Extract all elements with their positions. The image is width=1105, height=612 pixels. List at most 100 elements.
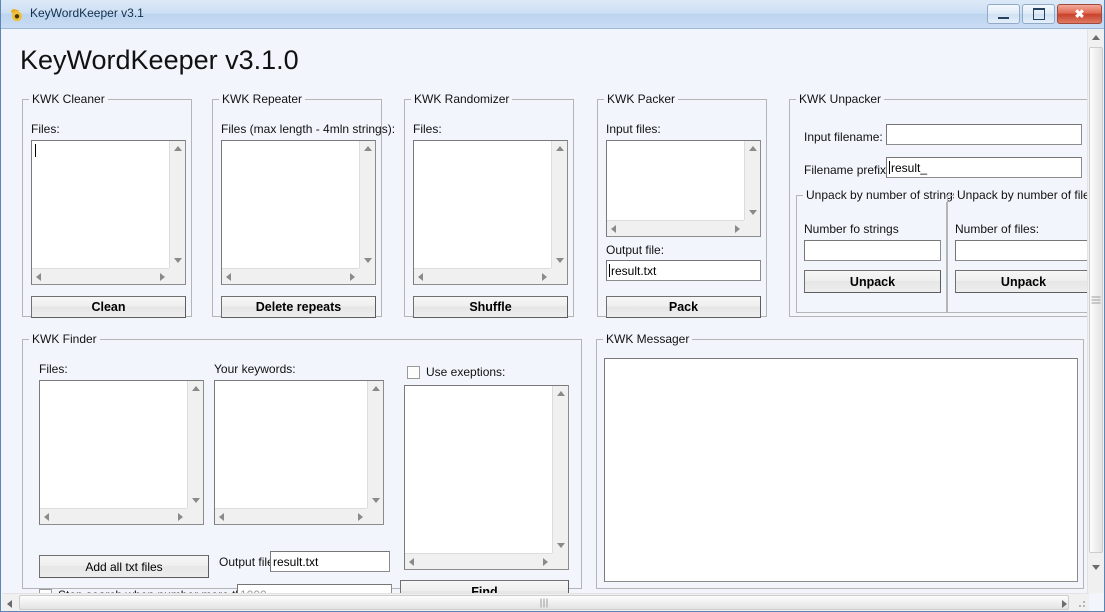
scroll-up-icon[interactable] bbox=[372, 386, 380, 391]
scroll-up-icon[interactable] bbox=[557, 391, 565, 396]
scroll-left-icon[interactable] bbox=[409, 558, 414, 566]
scroll-up-icon[interactable] bbox=[174, 146, 182, 151]
scroll-left-icon[interactable] bbox=[36, 273, 41, 281]
use-exceptions-label: Use exeptions: bbox=[426, 365, 505, 379]
unpacker-input-filename-input[interactable] bbox=[886, 124, 1082, 145]
finder-files-hscrollbar[interactable] bbox=[40, 508, 187, 524]
label-finder-output-file: Output file: bbox=[219, 555, 277, 569]
scroll-down-icon[interactable] bbox=[556, 258, 564, 263]
label-finder-files: Files: bbox=[39, 362, 68, 376]
scroll-down-icon[interactable] bbox=[174, 258, 182, 263]
use-exceptions-checkbox[interactable] bbox=[407, 366, 420, 379]
packer-output-file-input[interactable]: result.txt bbox=[606, 260, 761, 281]
group-legend-finder: KWK Finder bbox=[29, 332, 100, 346]
scroll-left-icon[interactable] bbox=[7, 600, 12, 608]
finder-files-listbox[interactable] bbox=[39, 380, 204, 525]
unpack-by-files-button[interactable]: Unpack bbox=[955, 270, 1089, 293]
find-button[interactable]: Find bbox=[400, 580, 569, 593]
cleaner-files-vscrollbar[interactable] bbox=[169, 141, 185, 284]
randomizer-files-listbox[interactable] bbox=[413, 140, 568, 285]
scroll-up-icon[interactable] bbox=[1092, 35, 1100, 40]
maximize-icon bbox=[1023, 5, 1054, 23]
repeater-files-hscrollbar[interactable] bbox=[222, 268, 359, 284]
scroll-up-icon[interactable] bbox=[364, 146, 372, 151]
randomizer-files-vscrollbar[interactable] bbox=[551, 141, 567, 284]
group-legend-unpack-by-files: Unpack by number of files bbox=[954, 188, 1089, 202]
finder-exceptions-listbox[interactable] bbox=[404, 385, 569, 570]
group-kwk-repeater: KWK Repeater Files (max length - 4mln st… bbox=[212, 99, 382, 317]
add-all-txt-files-button[interactable]: Add all txt files bbox=[39, 555, 209, 578]
scroll-right-icon[interactable] bbox=[735, 225, 740, 233]
clean-button[interactable]: Clean bbox=[31, 296, 186, 318]
scroll-down-icon[interactable] bbox=[192, 498, 200, 503]
scroll-down-icon[interactable] bbox=[1092, 565, 1100, 570]
label-cleaner-files: Files: bbox=[31, 122, 60, 136]
horizontal-scroll-thumb[interactable] bbox=[19, 595, 1069, 610]
app-circle-icon bbox=[10, 8, 24, 22]
cleaner-files-listbox[interactable] bbox=[31, 140, 186, 285]
title-bar[interactable]: KeyWordKeeper v3.1 ✖ bbox=[1, 0, 1105, 29]
scroll-right-icon[interactable] bbox=[1062, 600, 1067, 608]
maximize-button[interactable] bbox=[1022, 4, 1055, 24]
scroll-up-icon[interactable] bbox=[556, 146, 564, 151]
vertical-scroll-thumb[interactable] bbox=[1089, 47, 1103, 553]
scroll-right-icon[interactable] bbox=[160, 273, 165, 281]
finder-keywords-vscrollbar[interactable] bbox=[367, 381, 383, 524]
scroll-left-icon[interactable] bbox=[611, 225, 616, 233]
scroll-up-icon[interactable] bbox=[749, 146, 757, 151]
scroll-down-icon[interactable] bbox=[372, 498, 380, 503]
minimize-icon bbox=[988, 5, 1019, 23]
repeater-files-listbox[interactable] bbox=[221, 140, 376, 285]
scroll-left-icon[interactable] bbox=[226, 273, 231, 281]
group-kwk-packer: KWK Packer Input files: Output file: res… bbox=[597, 99, 767, 317]
shuffle-button[interactable]: Shuffle bbox=[413, 296, 568, 318]
finder-exceptions-vscrollbar[interactable] bbox=[552, 386, 568, 569]
close-button[interactable]: ✖ bbox=[1057, 4, 1102, 24]
number-of-files-input[interactable] bbox=[955, 240, 1089, 261]
messager-output-textarea[interactable] bbox=[604, 358, 1078, 582]
delete-repeats-button[interactable]: Delete repeats bbox=[221, 296, 376, 318]
window-vertical-scrollbar[interactable] bbox=[1087, 29, 1104, 593]
use-exceptions-checkbox-row[interactable]: Use exeptions: bbox=[407, 365, 505, 379]
scroll-right-icon[interactable] bbox=[543, 558, 548, 566]
scroll-right-icon[interactable] bbox=[350, 273, 355, 281]
label-packer-output-file: Output file: bbox=[606, 243, 664, 257]
window-horizontal-scrollbar[interactable] bbox=[2, 593, 1089, 611]
packer-files-hscrollbar[interactable] bbox=[607, 220, 744, 236]
cleaner-files-hscrollbar[interactable] bbox=[32, 268, 169, 284]
window-resize-grip[interactable] bbox=[1075, 597, 1087, 609]
stop-search-threshold-input[interactable]: 1000 bbox=[237, 584, 392, 593]
minimize-button[interactable] bbox=[987, 4, 1020, 24]
finder-keywords-listbox[interactable] bbox=[214, 380, 384, 525]
packer-input-files-listbox[interactable] bbox=[606, 140, 761, 237]
randomizer-files-hscrollbar[interactable] bbox=[414, 268, 551, 284]
client-area: KeyWordKeeper v3.1.0 KWK Cleaner Files: … bbox=[2, 29, 1089, 593]
scroll-left-icon[interactable] bbox=[44, 513, 49, 521]
pack-button[interactable]: Pack bbox=[606, 296, 761, 318]
scroll-down-icon[interactable] bbox=[749, 210, 757, 215]
scroll-thumb-grip bbox=[1092, 297, 1101, 304]
finder-output-file-input[interactable]: result.txt bbox=[270, 551, 390, 572]
finder-keywords-hscrollbar[interactable] bbox=[215, 508, 367, 524]
scroll-down-icon[interactable] bbox=[557, 543, 565, 548]
scroll-right-icon[interactable] bbox=[542, 273, 547, 281]
scroll-down-icon[interactable] bbox=[364, 258, 372, 263]
label-number-of-strings: Number fo strings bbox=[804, 222, 899, 236]
scroll-thumb-grip bbox=[541, 598, 548, 607]
group-legend-unpacker: KWK Unpacker bbox=[796, 92, 884, 106]
label-unpacker-input-filename: Input filename: bbox=[804, 130, 883, 144]
finder-exceptions-hscrollbar[interactable] bbox=[405, 553, 552, 569]
unpacker-filename-prefix-input[interactable]: result_ bbox=[886, 157, 1082, 178]
number-of-strings-input[interactable] bbox=[804, 240, 941, 261]
unpack-by-strings-button[interactable]: Unpack bbox=[804, 270, 941, 293]
scroll-up-icon[interactable] bbox=[192, 386, 200, 391]
scroll-left-icon[interactable] bbox=[219, 513, 224, 521]
scroll-right-icon[interactable] bbox=[178, 513, 183, 521]
group-legend-repeater: KWK Repeater bbox=[219, 92, 305, 106]
finder-files-vscrollbar[interactable] bbox=[187, 381, 203, 524]
scroll-left-icon[interactable] bbox=[418, 273, 423, 281]
repeater-files-vscrollbar[interactable] bbox=[359, 141, 375, 284]
scroll-right-icon[interactable] bbox=[358, 513, 363, 521]
label-unpacker-filename-prefix: Filename prefix: bbox=[804, 163, 889, 177]
scrollbar-corner bbox=[367, 508, 383, 524]
